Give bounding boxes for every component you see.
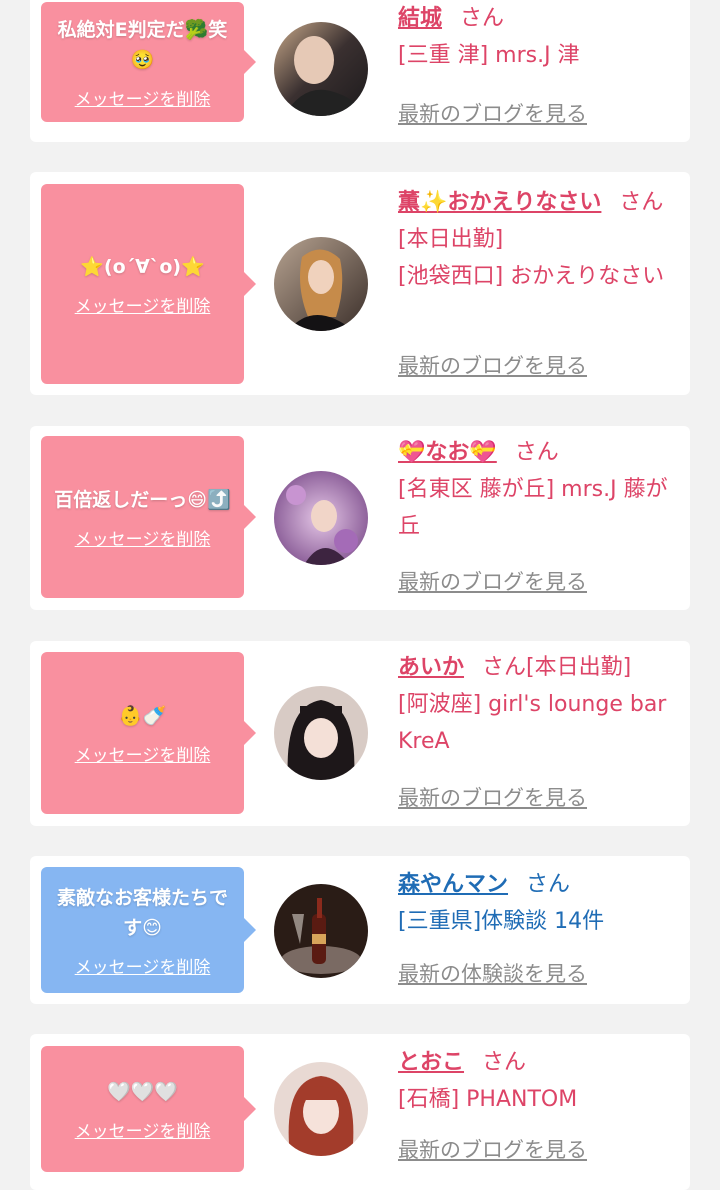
latest-blog-link[interactable]: 最新のブログを見る [398,350,587,380]
message-card: 私絶対E判定だ🥦笑🥹 メッセージを削除 結城 さん [三重 津] mrs.J 津 … [30,0,690,142]
delete-message-link[interactable]: メッセージを削除 [75,1117,211,1142]
girl-name-link[interactable]: あいか [398,655,464,680]
message-text: 私絶対E判定だ🥦笑🥹 [57,18,228,71]
girl-info: あいか さん[本日出勤] [阿波座] girl's lounge bar KreA [398,649,670,760]
honorific: さん [460,6,505,31]
girl-name-link[interactable]: 💝なお💝 [398,440,497,465]
girl-name-link[interactable]: 薫✨おかえりなさい [398,190,601,215]
girl-name-link[interactable]: 結城 [398,6,442,31]
avatar-image [274,22,368,116]
message-bubble: 私絶対E判定だ🥦笑🥹 メッセージを削除 [41,2,256,122]
shop-location: [名東区 藤が丘] mrs.J 藤が丘 [398,477,668,539]
girl-info: 薫✨おかえりなさい さん[本日出勤] [池袋西口] おかえりなさい [398,184,670,295]
message-text: 素敵なお客様たちです😊 [56,886,228,939]
avatar[interactable] [274,884,368,978]
shop-location: [石橋] PHANTOM [398,1087,578,1112]
delete-message-link[interactable]: メッセージを削除 [75,85,211,110]
avatar[interactable] [274,471,368,565]
message-text: 👶🍼 [118,704,167,727]
shop-location: [三重 津] mrs.J 津 [398,43,580,68]
shop-location: [池袋西口] おかえりなさい [398,264,665,289]
girl-name-link[interactable]: とおこ [398,1050,464,1075]
girl-info: 結城 さん [三重 津] mrs.J 津 [398,0,670,74]
avatar-image [274,1062,368,1156]
message-bubble: 百倍返しだーっ😄⤴️ メッセージを削除 [41,436,256,598]
message-bubble: ⭐(o´∀`o)⭐ メッセージを削除 [41,184,256,384]
avatar-image [274,686,368,780]
latest-review-link[interactable]: 最新の体験談を見る [398,958,587,988]
latest-blog-link[interactable]: 最新のブログを見る [398,1134,587,1164]
message-bubble: 素敵なお客様たちです😊 メッセージを削除 [41,867,256,993]
message-text: ⭐(o´∀`o)⭐ [80,255,205,278]
girl-info: 💝なお💝 さん [名東区 藤が丘] mrs.J 藤が丘 [398,434,670,545]
shop-location: [阿波座] girl's lounge bar KreA [398,692,667,754]
message-bubble: 👶🍼 メッセージを削除 [41,652,256,814]
latest-blog-link[interactable]: 最新のブログを見る [398,566,587,596]
avatar[interactable] [274,686,368,780]
review-count: [三重県]体験談 14件 [398,909,605,934]
avatar-image [274,884,368,978]
honorific: さん [526,872,571,897]
message-card: 🤍🤍🤍 メッセージを削除 とおこ さん [石橋] PHANTOM 最新のブログを見… [30,1034,690,1190]
latest-blog-link[interactable]: 最新のブログを見る [398,98,587,128]
reviewer-name-link[interactable]: 森やんマン [398,872,508,897]
message-card: 👶🍼 メッセージを削除 あいか さん[本日出勤] [阿波座] girl's lou… [30,641,690,826]
message-card: ⭐(o´∀`o)⭐ メッセージを削除 薫✨おかえりなさい さん[本日出勤] [池袋… [30,172,690,395]
delete-message-link[interactable]: メッセージを削除 [75,292,211,317]
honorific: さん[本日出勤] [482,655,632,680]
delete-message-link[interactable]: メッセージを削除 [75,525,211,550]
avatar[interactable] [274,22,368,116]
avatar[interactable] [274,237,368,331]
message-text: 百倍返しだーっ😄⤴️ [54,488,231,511]
reviewer-info: 森やんマン さん [三重県]体験談 14件 [398,866,670,940]
message-bubble: 🤍🤍🤍 メッセージを削除 [41,1046,256,1172]
honorific: さん [482,1050,527,1075]
honorific: さん [514,440,559,465]
girl-info: とおこ さん [石橋] PHANTOM [398,1044,670,1118]
message-card: 百倍返しだーっ😄⤴️ メッセージを削除 💝なお💝 さん [名東区 藤が丘] mrs… [30,426,690,610]
avatar-image [274,471,368,565]
delete-message-link[interactable]: メッセージを削除 [75,953,211,978]
avatar[interactable] [274,1062,368,1156]
message-card: 素敵なお客様たちです😊 メッセージを削除 森やんマン さん [三重県]体験談 14… [30,856,690,1004]
message-text: 🤍🤍🤍 [107,1080,178,1103]
latest-blog-link[interactable]: 最新のブログを見る [398,782,587,812]
avatar-image [274,237,368,331]
delete-message-link[interactable]: メッセージを削除 [75,741,211,766]
